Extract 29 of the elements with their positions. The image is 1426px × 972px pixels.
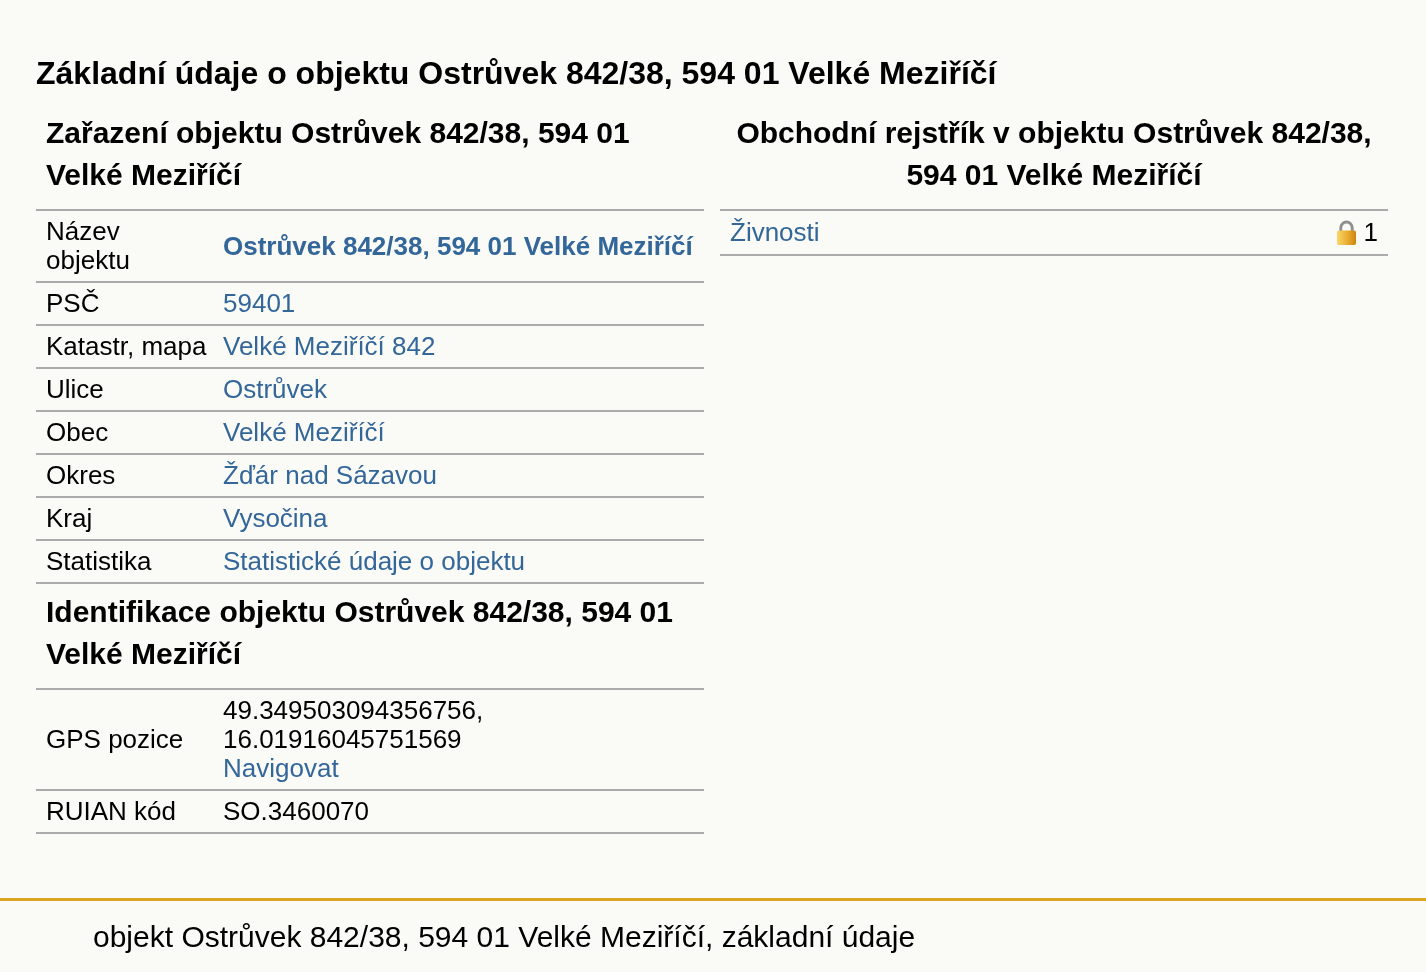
count-text: 1 (1363, 217, 1378, 247)
value-link[interactable]: Ostrůvek (223, 375, 328, 404)
row-label: Statistika (46, 547, 152, 576)
value-link[interactable]: Velké Meziříčí 842 (223, 332, 436, 361)
row-label: PSČ (46, 289, 100, 318)
row-label: GPS pozice (46, 725, 184, 754)
object-name-link[interactable]: Ostrůvek 842/38, 594 01 Velké Meziříčí (223, 231, 693, 261)
value-link[interactable]: Velké Meziříčí (223, 418, 385, 447)
value-link[interactable]: Navigovat (223, 754, 339, 783)
row-label: Obec (46, 418, 109, 447)
row-value: SO.3460070 (223, 797, 369, 826)
row-value: 49.349503094356756, (223, 696, 484, 725)
section-heading: Obchodní rejstřík v objektu Ostrůvek 842/38, 594 01 Velké Meziříčí (735, 115, 1373, 193)
row-label: RUIAN kód (46, 797, 177, 826)
row-label: Katastr, mapa (46, 332, 207, 361)
section-heading: Identifikace objektu Ostrůvek 842/38, 594 01 Velké Meziříčí (45, 594, 674, 672)
row-label: Okres (46, 461, 116, 490)
value-link[interactable]: 59401 (223, 289, 296, 318)
footer-text: objekt Ostrůvek 842/38, 594 01 Velké Meziříčí, základní údaje (93, 919, 916, 954)
value-link[interactable]: Vysočina (223, 504, 328, 533)
value-link[interactable]: Statistické údaje o objektu (223, 547, 526, 576)
register-link[interactable]: Živnosti (730, 217, 820, 247)
row-label: Název objektu (46, 217, 130, 275)
page-title: Základní údaje o objektu Ostrůvek 842/38, 594 01 Velké Meziříčí (36, 55, 998, 91)
row-value: 16.01916045751569 (223, 725, 462, 754)
value-link[interactable]: Žďár nad Sázavou (223, 461, 437, 490)
row-label: Ulice (46, 375, 104, 404)
section-heading: Zařazení objektu Ostrůvek 842/38, 594 01 Velké Meziříčí (45, 115, 631, 193)
row-label: Kraj (46, 504, 93, 533)
